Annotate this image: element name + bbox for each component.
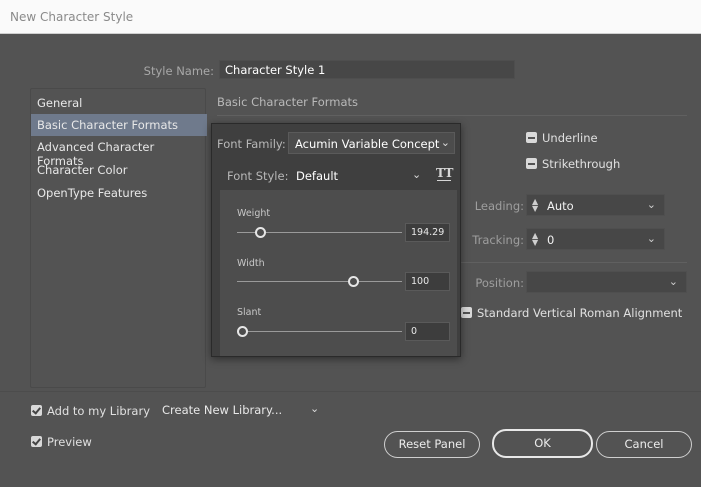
- variable-axes-panel: Weight 194.29 Width 100 Slant 0: [220, 190, 457, 356]
- title-bar: New Character Style: [0, 0, 701, 34]
- section-divider: [461, 262, 687, 263]
- font-family-dropdown[interactable]: Acumin Variable Concept ⌄: [288, 132, 455, 154]
- sidebar-item-basic-character-formats[interactable]: Basic Character Formats: [31, 114, 207, 136]
- ok-button[interactable]: OK: [492, 429, 593, 458]
- weight-slider-handle[interactable]: [255, 227, 267, 238]
- reset-panel-button[interactable]: Reset Panel: [384, 431, 480, 458]
- add-to-library-label: Add to my Library: [47, 403, 150, 418]
- position-dropdown[interactable]: ⌄: [526, 271, 687, 293]
- font-family-label: Font Family:: [217, 137, 286, 151]
- width-value-input[interactable]: 100: [405, 272, 450, 291]
- underline-label: Underline: [542, 130, 598, 145]
- indeterminate-checkbox-icon: [526, 158, 537, 169]
- chevron-down-icon: ⌄: [440, 136, 450, 149]
- category-list: General Basic Character Formats Advanced…: [30, 88, 207, 388]
- chevron-down-icon: ⌄: [668, 275, 678, 288]
- preview-label: Preview: [47, 434, 92, 449]
- font-style-label: Font Style:: [227, 169, 289, 183]
- tracking-value: 0: [547, 233, 555, 247]
- sidebar-item-character-color[interactable]: Character Color: [31, 159, 207, 181]
- standard-vertical-label: Standard Vertical Roman Alignment: [477, 305, 683, 320]
- leading-dropdown[interactable]: ▲ ▼ Auto ⌄: [526, 194, 665, 216]
- axis-label-slant: Slant: [237, 307, 262, 318]
- add-to-library-checkbox[interactable]: Add to my Library: [31, 403, 150, 418]
- checkmark-icon: [31, 405, 42, 416]
- leading-label: Leading:: [474, 199, 524, 213]
- footer-divider: [0, 391, 701, 392]
- leading-value: Auto: [547, 199, 574, 213]
- slant-value-input[interactable]: 0: [405, 322, 450, 341]
- slant-slider-handle[interactable]: [237, 326, 248, 337]
- chevron-down-icon: ⌄: [646, 232, 656, 245]
- indeterminate-checkbox-icon: [526, 132, 537, 143]
- spinner-arrows-icon[interactable]: ▲ ▼: [532, 198, 540, 213]
- tracking-label: Tracking:: [472, 233, 524, 247]
- cancel-button[interactable]: Cancel: [596, 431, 692, 458]
- axis-label-weight: Weight: [237, 208, 271, 219]
- position-label: Position:: [475, 276, 524, 290]
- weight-value-input[interactable]: 194.29: [405, 223, 450, 242]
- width-slider-handle[interactable]: [347, 276, 359, 287]
- checkmark-icon: [31, 436, 42, 447]
- library-dropdown-value: Create New Library...: [162, 403, 283, 417]
- chevron-down-icon: ⌄: [310, 402, 320, 415]
- strikethrough-checkbox[interactable]: Strikethrough: [526, 156, 620, 171]
- axis-label-width: Width: [237, 258, 265, 269]
- preview-checkbox[interactable]: Preview: [31, 434, 92, 449]
- style-name-input[interactable]: Character Style 1: [219, 60, 515, 79]
- style-name-label: Style Name:: [143, 64, 214, 78]
- font-style-dropdown[interactable]: Default: [296, 169, 338, 183]
- underline-checkbox[interactable]: Underline: [526, 130, 598, 145]
- sidebar-item-advanced-character-formats[interactable]: Advanced Character Formats: [31, 136, 207, 168]
- sidebar-item-opentype-features[interactable]: OpenType Features: [31, 182, 207, 204]
- window-title: New Character Style: [10, 10, 134, 24]
- chevron-down-icon: ⌄: [646, 198, 656, 211]
- width-slider-track[interactable]: [237, 281, 402, 282]
- tracking-dropdown[interactable]: ▲ ▼ 0 ⌄: [526, 228, 665, 250]
- chevron-down-icon[interactable]: ⌄: [412, 168, 421, 181]
- section-divider: [217, 115, 687, 116]
- library-dropdown[interactable]: Create New Library... ⌄: [160, 399, 325, 421]
- font-family-value: Acumin Variable Concept: [295, 137, 440, 151]
- variable-font-icon[interactable]: TT: [436, 166, 453, 182]
- slant-slider-track[interactable]: [237, 331, 402, 332]
- strikethrough-label: Strikethrough: [542, 156, 621, 171]
- font-family-popup: Font Family: Acumin Variable Concept ⌄ F…: [211, 123, 461, 357]
- standard-vertical-roman-alignment-checkbox[interactable]: Standard Vertical Roman Alignment: [461, 305, 682, 320]
- sidebar-item-general[interactable]: General: [31, 92, 207, 114]
- indeterminate-checkbox-icon: [461, 307, 472, 318]
- spinner-arrows-icon[interactable]: ▲ ▼: [532, 232, 540, 247]
- section-title: Basic Character Formats: [217, 95, 359, 109]
